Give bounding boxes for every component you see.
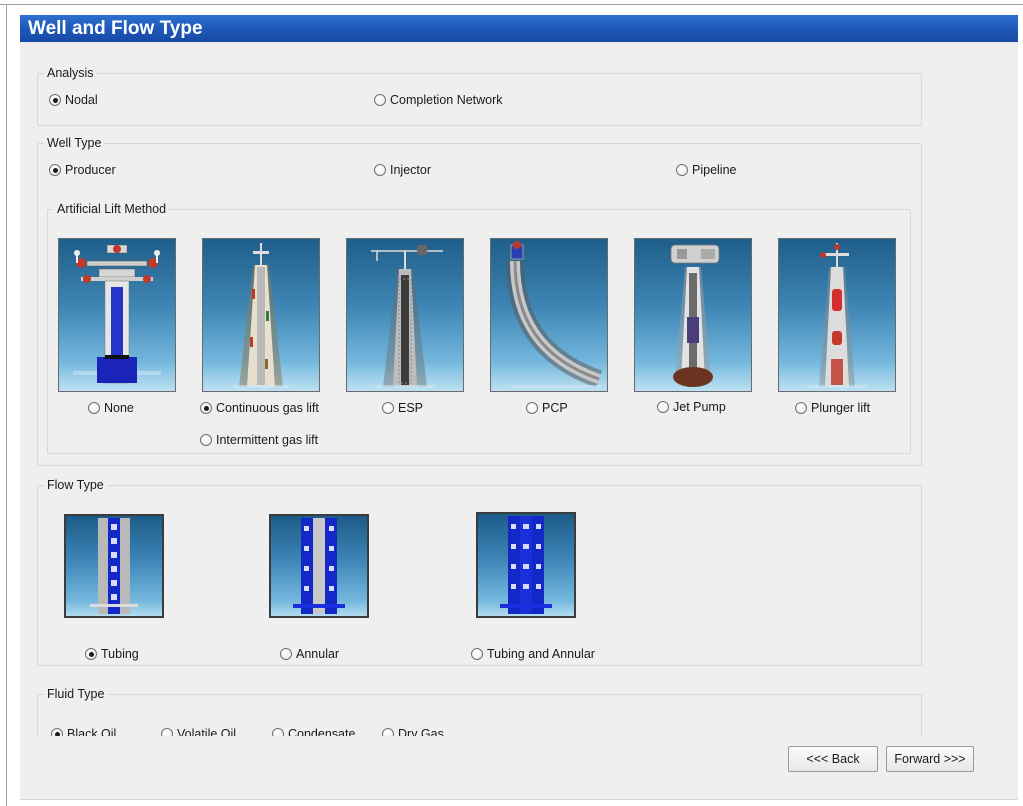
radio-button-indicator[interactable] xyxy=(374,164,386,176)
plunger-lift-well-icon[interactable] xyxy=(778,238,896,392)
lift-continuous-gas-lift-radio[interactable]: Continuous gas lift xyxy=(200,401,319,415)
lift-jet-pump-radio[interactable]: Jet Pump xyxy=(657,400,726,414)
radio-button-indicator[interactable] xyxy=(200,402,212,414)
analysis-nodal-radio[interactable]: Nodal xyxy=(49,93,98,107)
back-button[interactable]: <<< Back xyxy=(788,746,878,772)
radio-button-indicator[interactable] xyxy=(272,728,284,736)
radio-button-indicator[interactable] xyxy=(280,648,292,660)
lift-esp-radio[interactable]: ESP xyxy=(382,401,423,415)
flow-tubing-and-annular-radio[interactable]: Tubing and Annular xyxy=(471,647,595,661)
fluid-black-oil-radio[interactable]: Black Oil xyxy=(51,727,116,736)
flow-tubing-label: Tubing xyxy=(101,647,139,661)
form-scroll-area[interactable]: Analysis Nodal Completion Network Well T… xyxy=(20,42,1018,736)
radio-button-indicator[interactable] xyxy=(85,648,97,660)
annular-flow-icon[interactable] xyxy=(269,514,369,618)
fluid-volatile-oil-radio[interactable]: Volatile Oil xyxy=(161,727,236,736)
lift-none-radio[interactable]: None xyxy=(88,401,134,415)
radio-button-indicator[interactable] xyxy=(88,402,100,414)
fluid-dry-gas-radio[interactable]: Dry Gas xyxy=(382,727,444,736)
fluid-volatile-oil-label: Volatile Oil xyxy=(177,727,237,736)
lift-plunger-lift-radio[interactable]: Plunger lift xyxy=(795,401,870,415)
lift-intermittent-gas-lift-label: Intermittent gas lift xyxy=(216,433,319,447)
well-type-legend: Well Type xyxy=(47,136,102,150)
tubing-and-annular-flow-icon[interactable] xyxy=(476,512,576,618)
radio-button-indicator[interactable] xyxy=(382,728,394,736)
fluid-type-legend: Fluid Type xyxy=(47,687,105,701)
analysis-completion-network-radio[interactable]: Completion Network xyxy=(374,93,503,107)
analysis-completion-network-label: Completion Network xyxy=(390,93,503,107)
page-title: Well and Flow Type xyxy=(20,15,1018,42)
well-type-injector-label: Injector xyxy=(390,163,431,177)
flow-annular-label: Annular xyxy=(296,647,340,661)
flow-annular-radio[interactable]: Annular xyxy=(280,647,339,661)
tubing-flow-icon[interactable] xyxy=(64,514,164,618)
radio-button-indicator[interactable] xyxy=(49,164,61,176)
lift-continuous-gas-lift-label: Continuous gas lift xyxy=(216,401,319,415)
analysis-nodal-label: Nodal xyxy=(65,93,98,107)
radio-button-indicator[interactable] xyxy=(161,728,173,736)
fluid-dry-gas-label: Dry Gas xyxy=(398,727,444,736)
well-type-injector-radio[interactable]: Injector xyxy=(374,163,431,177)
radio-button-indicator[interactable] xyxy=(526,402,538,414)
window-left-border xyxy=(6,4,7,806)
lift-jet-pump-label: Jet Pump xyxy=(673,400,726,414)
analysis-legend: Analysis xyxy=(47,66,94,80)
lift-none-label: None xyxy=(104,401,134,415)
gas-lift-well-icon[interactable] xyxy=(202,238,320,392)
radio-button-indicator[interactable] xyxy=(657,401,669,413)
esp-well-icon[interactable] xyxy=(346,238,464,392)
radio-button-indicator[interactable] xyxy=(795,402,807,414)
well-type-producer-radio[interactable]: Producer xyxy=(49,163,116,177)
fluid-black-oil-label: Black Oil xyxy=(67,727,117,736)
artificial-lift-legend: Artificial Lift Method xyxy=(57,202,167,216)
lift-pcp-radio[interactable]: PCP xyxy=(526,401,568,415)
well-type-producer-label: Producer xyxy=(65,163,116,177)
lift-pcp-label: PCP xyxy=(542,401,568,415)
flow-type-legend: Flow Type xyxy=(47,478,104,492)
window-top-border xyxy=(0,4,1023,5)
lift-esp-label: ESP xyxy=(398,401,424,415)
jet-pump-well-icon[interactable] xyxy=(634,238,752,392)
radio-button-indicator[interactable] xyxy=(471,648,483,660)
forward-button[interactable]: Forward >>> xyxy=(886,746,974,772)
wizard-panel: Well and Flow Type Analysis Nodal Comple… xyxy=(20,15,1018,800)
radio-button-indicator[interactable] xyxy=(200,434,212,446)
pcp-deviated-well-icon[interactable] xyxy=(490,238,608,392)
radio-button-indicator[interactable] xyxy=(49,94,61,106)
fluid-condensate-label: Condensate xyxy=(288,727,356,736)
fluid-condensate-radio[interactable]: Condensate xyxy=(272,727,355,736)
flow-tubing-radio[interactable]: Tubing xyxy=(85,647,139,661)
radio-button-indicator[interactable] xyxy=(382,402,394,414)
well-type-pipeline-label: Pipeline xyxy=(692,163,737,177)
radio-button-indicator[interactable] xyxy=(374,94,386,106)
well-type-pipeline-radio[interactable]: Pipeline xyxy=(676,163,736,177)
radio-button-indicator[interactable] xyxy=(51,728,63,736)
wellhead-tubing-icon[interactable] xyxy=(58,238,176,392)
radio-button-indicator[interactable] xyxy=(676,164,688,176)
lift-plunger-lift-label: Plunger lift xyxy=(811,401,871,415)
flow-tubing-and-annular-label: Tubing and Annular xyxy=(487,647,595,661)
lift-intermittent-gas-lift-radio[interactable]: Intermittent gas lift xyxy=(200,433,318,447)
